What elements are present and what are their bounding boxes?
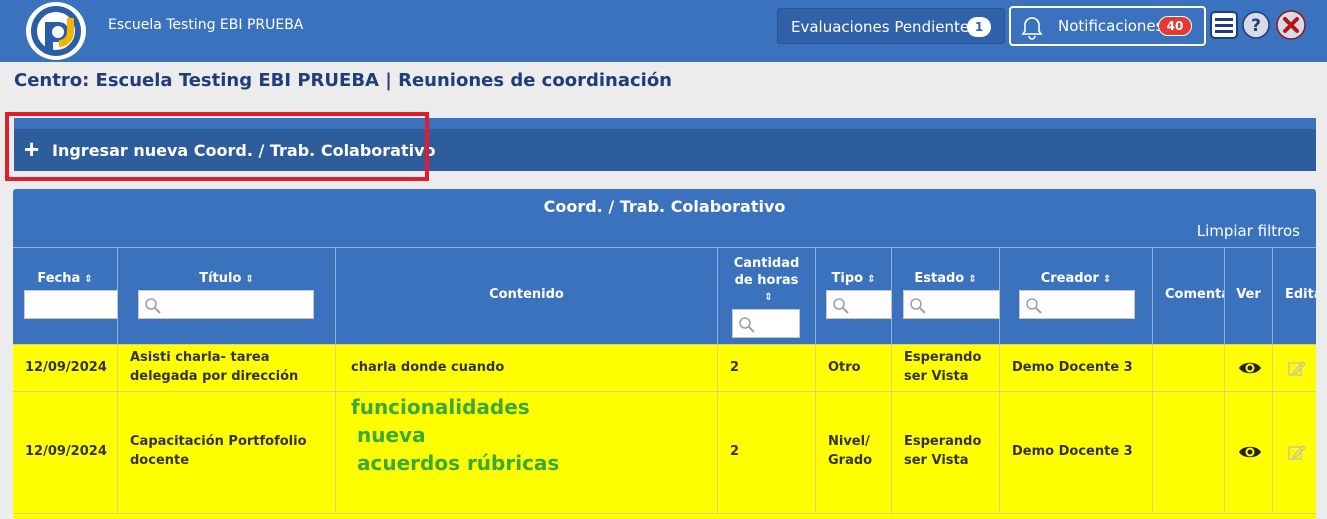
column-label-horas-2: de horas	[734, 273, 799, 288]
cell-fecha: 12/09/2024	[13, 392, 118, 513]
clear-filters-link[interactable]: Limpiar filtros	[1197, 222, 1300, 240]
horas-filter-input[interactable]	[732, 309, 800, 338]
cell-ver	[1225, 345, 1273, 391]
search-icon	[145, 298, 161, 314]
cell-creador: Demo Docente 3	[1000, 345, 1153, 391]
creador-filter-input[interactable]	[1019, 290, 1135, 319]
search-icon	[1026, 298, 1042, 314]
column-label-comentarios: Comenta	[1165, 287, 1225, 302]
edit-icon[interactable]	[1288, 360, 1306, 376]
sort-icon: ⇕	[1102, 274, 1112, 285]
column-label-ver: Ver	[1236, 287, 1261, 302]
column-label-titulo: Título	[199, 271, 242, 286]
table-row[interactable]	[13, 513, 1316, 519]
sort-icon: ⇕	[968, 274, 977, 285]
cell-horas: 2	[718, 392, 816, 513]
notifications-count-badge: 40	[1158, 16, 1192, 36]
table-row[interactable]: 12/09/2024 Capacitación Portfofolio docen…	[13, 391, 1316, 513]
column-label-tipo: Tipo	[831, 271, 864, 286]
cell-contenido: charla donde cuando	[336, 345, 718, 391]
notifications-button[interactable]: Notificaciones 40	[1009, 6, 1206, 46]
search-icon	[833, 298, 849, 314]
cell-editar	[1273, 392, 1316, 513]
notifications-label: Notificaciones	[1058, 17, 1164, 35]
column-label-estado: Estado	[914, 271, 965, 286]
column-header-tipo[interactable]: Tipo ⇕	[816, 247, 892, 344]
close-icon[interactable]	[1275, 9, 1307, 41]
svg-text:?: ?	[1251, 16, 1261, 36]
cell-estado: Esperando ser Vista	[892, 392, 1000, 513]
search-icon	[739, 317, 755, 333]
estado-filter-input[interactable]	[903, 290, 1000, 319]
pending-evaluations-button[interactable]: Evaluaciones Pendientes 1	[777, 8, 1005, 44]
column-label-creador: Creador	[1040, 271, 1099, 286]
tipo-filter-input[interactable]	[826, 290, 892, 319]
cell-tipo: Nivel/Grado	[816, 392, 892, 513]
sort-icon: ⇕	[84, 274, 93, 285]
column-label-contenido: Contenido	[489, 287, 564, 302]
search-icon	[910, 298, 926, 314]
table-title: Coord. / Trab. Colaborativo	[543, 197, 786, 216]
school-name: Escuela Testing EBI PRUEBA	[108, 17, 304, 33]
eye-icon[interactable]	[1238, 443, 1262, 461]
cell-horas: 2	[718, 345, 816, 391]
list-icon[interactable]	[1210, 11, 1238, 39]
bell-icon	[1021, 17, 1043, 40]
table-row[interactable]: 12/09/2024 Asisti charla- tarea delegada …	[13, 344, 1316, 391]
column-header-editar: Edita	[1273, 247, 1316, 344]
cell-creador: Demo Docente 3	[1000, 392, 1153, 513]
titulo-filter-input[interactable]	[138, 290, 314, 319]
column-label-editar: Edita	[1285, 287, 1316, 302]
page-title: Centro: Escuela Testing EBI PRUEBA | Reu…	[14, 70, 672, 91]
column-label-horas-1: Cantidad	[733, 256, 800, 271]
cell-editar	[1273, 345, 1316, 391]
column-header-contenido: Contenido	[336, 247, 718, 344]
column-header-creador[interactable]: Creador ⇕	[1000, 247, 1153, 344]
column-header-horas[interactable]: Cantidad de horas ⇕	[718, 247, 816, 344]
pending-evaluations-label: Evaluaciones Pendientes	[791, 18, 977, 36]
fecha-filter-input[interactable]	[24, 290, 118, 319]
column-header-ver: Ver	[1225, 247, 1273, 344]
cell-estado: Esperando ser Vista	[892, 345, 1000, 391]
eye-icon[interactable]	[1238, 359, 1262, 377]
sort-icon: ⇕	[245, 274, 254, 285]
edit-icon[interactable]	[1288, 444, 1306, 460]
column-label-fecha: Fecha	[37, 271, 81, 286]
column-header-fecha[interactable]: Fecha ⇕	[13, 247, 118, 344]
pending-count-badge: 1	[967, 17, 991, 37]
cell-tipo: Otro	[816, 345, 892, 391]
highlight-box	[5, 112, 429, 181]
app-logo[interactable]	[26, 2, 86, 60]
cell-comentarios	[1153, 345, 1225, 391]
sort-icon: ⇕	[764, 292, 773, 303]
cell-comentarios	[1153, 392, 1225, 513]
cell-titulo: Asisti charla- tarea delegada por direcci…	[118, 345, 336, 391]
sort-icon: ⇕	[867, 274, 876, 285]
column-header-titulo[interactable]: Título ⇕	[118, 247, 336, 344]
table-panel: Coord. / Trab. Colaborativo Limpiar filt…	[13, 189, 1316, 519]
column-header-estado[interactable]: Estado ⇕	[892, 247, 1000, 344]
cell-ver	[1225, 392, 1273, 513]
cell-titulo: Capacitación Portfofolio docente	[118, 392, 336, 513]
cell-contenido: funcionalidades nueva acuerdos rúbricas	[336, 392, 718, 513]
cell-fecha: 12/09/2024	[13, 345, 118, 391]
column-header-comentarios: Comenta	[1153, 247, 1225, 344]
help-icon[interactable]: ?	[1242, 11, 1270, 39]
top-bar: Escuela Testing EBI PRUEBA Evaluaciones …	[0, 0, 1327, 62]
